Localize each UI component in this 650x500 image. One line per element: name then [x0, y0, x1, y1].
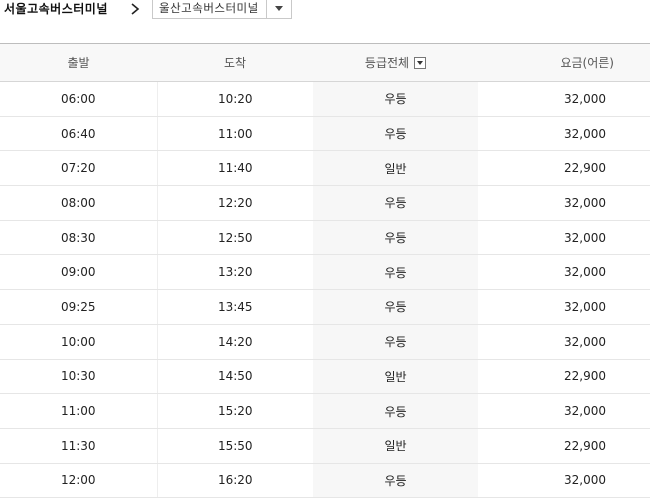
grade-cell: 우등 [313, 220, 478, 256]
arrival-time: 13:45 [157, 289, 313, 325]
table-row[interactable]: 09:25 13:45 우등 32,000 [0, 289, 650, 325]
grade-filter-label: 등급전체 [364, 56, 410, 70]
fare-cell: 32,000 [478, 81, 650, 117]
header-arrival: 도착 [157, 43, 313, 82]
table-row[interactable]: 11:30 15:50 일반 22,900 [0, 428, 650, 464]
grade-cell: 우등 [313, 463, 478, 499]
departure-time: 06:00 [0, 81, 158, 117]
grade-cell: 일반 [313, 150, 478, 187]
route-header: 서울고속버스터미널 울산고속버스터미널 [0, 0, 650, 30]
grade-filter-button[interactable] [414, 56, 427, 69]
grade-cell: 일반 [313, 359, 478, 395]
fare-cell: 22,900 [478, 150, 650, 187]
timetable: 출발 도착 등급전체 요금(어른) 06:00 10:20 우등 32,000 06:4… [0, 43, 650, 499]
grade-cell: 우등 [313, 81, 478, 117]
timetable-body: 06:00 10:20 우등 32,000 06:40 11:00 우등 32,000 07:2… [0, 81, 650, 499]
header-fare: 요금(어른) [478, 43, 650, 82]
fare-cell: 32,000 [478, 393, 650, 429]
fare-cell: 32,000 [478, 254, 650, 291]
table-row[interactable]: 06:40 11:00 우등 32,000 [0, 116, 650, 152]
departure-time: 11:30 [0, 428, 158, 464]
table-row[interactable]: 08:30 12:50 우등 32,000 [0, 220, 650, 256]
grade-cell: 우등 [313, 324, 478, 360]
arrival-time: 15:50 [157, 428, 313, 464]
arrival-time: 15:20 [157, 393, 313, 429]
fare-cell: 32,000 [478, 220, 650, 256]
arrival-time: 14:50 [157, 359, 313, 395]
fare-cell: 22,900 [478, 359, 650, 395]
table-header-row: 출발 도착 등급전체 요금(어른) [0, 43, 650, 82]
arrival-time: 13:20 [157, 254, 313, 291]
table-row[interactable]: 10:00 14:20 우등 32,000 [0, 324, 650, 360]
grade-cell: 우등 [313, 185, 478, 221]
departure-time: 10:30 [0, 359, 158, 395]
departure-time: 08:30 [0, 220, 158, 256]
fare-cell: 32,000 [478, 324, 650, 360]
arrival-time: 14:20 [157, 324, 313, 360]
caret-down-icon [275, 6, 283, 11]
grade-cell: 우등 [313, 116, 478, 152]
departure-time: 08:00 [0, 185, 158, 221]
arrival-time: 11:40 [157, 150, 313, 187]
destination-value: 울산고속버스터미널 [159, 1, 259, 15]
departure-time: 10:00 [0, 324, 158, 360]
fare-cell: 22,900 [478, 428, 650, 464]
fare-cell: 32,000 [478, 185, 650, 221]
destination-select[interactable]: 울산고속버스터미널 [152, 0, 292, 19]
table-row[interactable]: 12:00 16:20 우등 32,000 [0, 463, 650, 499]
table-row[interactable]: 06:00 10:20 우등 32,000 [0, 81, 650, 117]
departure-time: 12:00 [0, 463, 158, 499]
table-row[interactable]: 09:00 13:20 우등 32,000 [0, 254, 650, 291]
destination-dropdown-button[interactable] [266, 0, 291, 18]
fare-cell: 32,000 [478, 116, 650, 152]
arrival-time: 16:20 [157, 463, 313, 499]
header-departure: 출발 [0, 43, 157, 82]
grade-cell: 일반 [313, 428, 478, 464]
chevron-right-icon [131, 3, 140, 15]
departure-time: 09:00 [0, 254, 158, 291]
grade-cell: 우등 [313, 289, 478, 325]
fare-cell: 32,000 [478, 289, 650, 325]
origin-terminal: 서울고속버스터미널 [4, 2, 108, 16]
arrival-time: 12:50 [157, 220, 313, 256]
grade-cell: 우등 [313, 254, 478, 291]
grade-filter[interactable]: 등급전체 [364, 54, 427, 71]
header-grade: 등급전체 [313, 43, 478, 82]
table-row[interactable]: 08:00 12:20 우등 32,000 [0, 185, 650, 221]
arrival-time: 10:20 [157, 81, 313, 117]
caret-down-icon [417, 60, 424, 65]
departure-time: 11:00 [0, 393, 158, 429]
departure-time: 06:40 [0, 116, 158, 152]
table-row[interactable]: 11:00 15:20 우등 32,000 [0, 393, 650, 429]
departure-time: 07:20 [0, 150, 158, 187]
fare-cell: 32,000 [478, 463, 650, 499]
table-row[interactable]: 10:30 14:50 일반 22,900 [0, 359, 650, 395]
grade-cell: 우등 [313, 393, 478, 429]
table-row[interactable]: 07:20 11:40 일반 22,900 [0, 150, 650, 187]
departure-time: 09:25 [0, 289, 158, 325]
arrival-time: 12:20 [157, 185, 313, 221]
arrival-time: 11:00 [157, 116, 313, 152]
